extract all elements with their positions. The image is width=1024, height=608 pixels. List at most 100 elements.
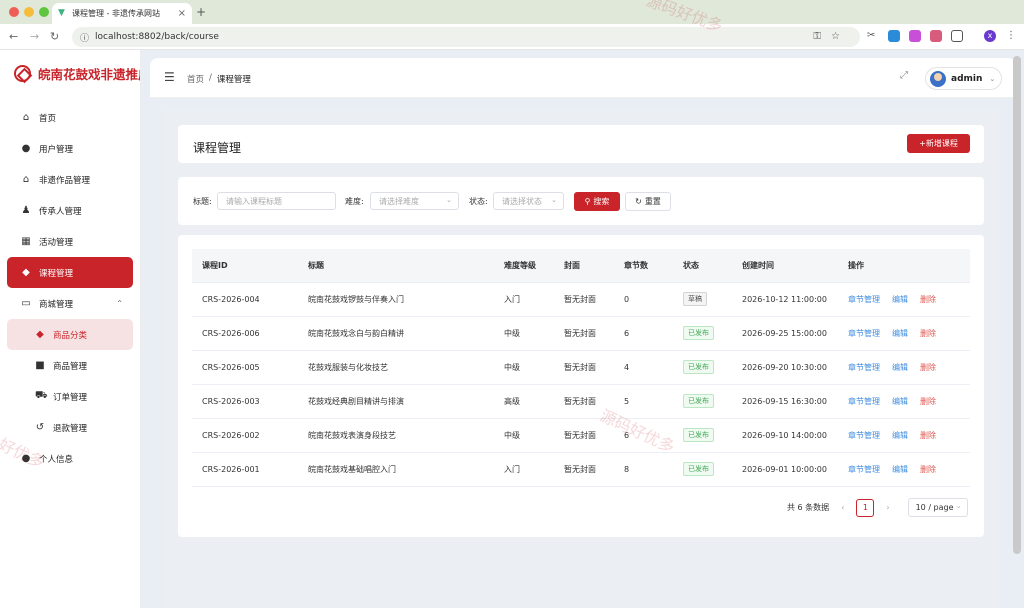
column-header: 封面 <box>554 249 614 283</box>
extensions-puzzle-icon[interactable] <box>951 30 963 42</box>
delete-link[interactable]: 删除 <box>920 363 936 372</box>
sidebar-item-users[interactable]: ● 用户管理 <box>7 133 133 164</box>
course-title-cell: 花鼓戏经典剧目精讲与排演 <box>298 384 494 419</box>
next-page-icon[interactable]: › <box>886 503 889 512</box>
collapse-menu-icon[interactable]: ☰ <box>164 70 175 84</box>
scissors-extension-icon[interactable]: ✂ <box>867 30 879 42</box>
chapter-manage-link[interactable]: 章节管理 <box>848 397 880 406</box>
sidebar-item-label: 商品分类 <box>53 330 88 341</box>
search-button[interactable]: ⚲ 搜索 <box>574 192 620 211</box>
sidebar-item-label: 商城管理 <box>39 299 74 310</box>
sidebar-item-profile[interactable]: ● 个人信息 <box>7 443 133 474</box>
sidebar-item-inheritors[interactable]: ♟ 传承人管理 <box>7 195 133 226</box>
fullscreen-icon[interactable]: ⤢ <box>900 70 908 81</box>
delete-link[interactable]: 删除 <box>920 329 936 338</box>
sidebar-item-courses[interactable]: ◆ 课程管理 <box>7 257 133 288</box>
course-id-cell: CRS-2026-006 <box>192 316 298 351</box>
sidebar-item-refunds[interactable]: ↺ 退款管理 <box>7 412 133 443</box>
close-window-icon[interactable] <box>9 7 19 17</box>
page-size-label: 10 / page <box>915 503 954 512</box>
edit-link[interactable]: 编辑 <box>892 431 908 440</box>
bank-icon: ⌂ <box>22 174 30 185</box>
sidebar-item-label: 活动管理 <box>39 237 74 248</box>
status-badge: 已发布 <box>683 428 714 442</box>
course-actions-cell: 章节管理 编辑 删除 <box>838 384 970 419</box>
chapter-manage-link[interactable]: 章节管理 <box>848 465 880 474</box>
username: admin <box>951 73 983 84</box>
edit-link[interactable]: 编辑 <box>892 295 908 304</box>
title-search-input[interactable]: 请输入课程标题 <box>217 192 336 210</box>
extension-blue-icon[interactable] <box>888 30 900 42</box>
main-content: 课程管理 +新增课程 标题: 请输入课程标题 难度: 请选择难度 ⌄ 状态: 请选… <box>164 110 1000 608</box>
chapter-manage-link[interactable]: 章节管理 <box>848 431 880 440</box>
profile-avatar[interactable]: x <box>984 30 996 42</box>
course-status-cell: 已发布 <box>673 316 732 351</box>
course-cover-cell: 暂无封面 <box>554 316 614 351</box>
browser-tab[interactable]: ▼ 课程管理 - 非遗传承网站 × <box>52 3 192 24</box>
sidebar-item-activities[interactable]: ▦ 活动管理 <box>7 226 133 257</box>
sidebar-item-home[interactable]: ⌂ 首页 <box>7 102 133 133</box>
sidebar-logo[interactable]: 皖南花鼓戏非遗推广 <box>0 50 140 96</box>
page-scrollbar[interactable] <box>1013 56 1021 554</box>
course-cover-cell: 暂无封面 <box>554 350 614 385</box>
bookmark-icon[interactable]: ⚿☆ <box>813 31 850 42</box>
extension-red-icon[interactable] <box>930 30 942 42</box>
browser-menu-icon[interactable]: ⋮ <box>1006 30 1018 42</box>
sidebar-item-label: 首页 <box>39 113 57 124</box>
delete-link[interactable]: 删除 <box>920 295 936 304</box>
minimize-window-icon[interactable] <box>24 7 34 17</box>
address-bar[interactable]: ⓘ localhost:8802/back/course ⚿☆ <box>72 27 860 47</box>
avatar <box>930 70 946 87</box>
table-header-row: 课程ID 标题 难度等级 封面 章节数 状态 创建时间 操作 <box>192 249 970 283</box>
chapter-manage-link[interactable]: 章节管理 <box>848 329 880 338</box>
column-header: 难度等级 <box>494 249 554 283</box>
search-label: 搜索 <box>593 197 610 206</box>
delete-link[interactable]: 删除 <box>920 431 936 440</box>
course-title-cell: 皖南花鼓戏表演身段技艺 <box>298 418 494 453</box>
column-header: 章节数 <box>614 249 673 283</box>
add-course-button[interactable]: +新增课程 <box>907 134 970 153</box>
forward-icon[interactable]: → <box>30 30 39 43</box>
sidebar-item-label: 个人信息 <box>39 454 74 465</box>
browser-tab-bar: ▼ 课程管理 - 非遗传承网站 × + <box>0 0 1024 24</box>
edit-link[interactable]: 编辑 <box>892 363 908 372</box>
delete-link[interactable]: 删除 <box>920 465 936 474</box>
delete-link[interactable]: 删除 <box>920 397 936 406</box>
add-course-label: +新增课程 <box>919 139 958 148</box>
download-extension-icon[interactable] <box>909 30 921 42</box>
course-cover-cell: 暂无封面 <box>554 418 614 453</box>
chapter-manage-link[interactable]: 章节管理 <box>848 363 880 372</box>
course-status-cell: 草稿 <box>673 282 732 317</box>
cart-icon: ⛟ <box>35 390 48 401</box>
course-chapters-cell: 0 <box>614 282 673 317</box>
back-icon[interactable]: ← <box>9 30 18 43</box>
close-tab-icon[interactable]: × <box>178 8 186 19</box>
edit-link[interactable]: 编辑 <box>892 465 908 474</box>
tab-title: 课程管理 - 非遗传承网站 <box>72 9 160 18</box>
course-created-cell: 2026-09-01 10:00:00 <box>732 452 838 487</box>
sidebar-item-shop[interactable]: ▭ 商城管理 ⌃ <box>7 288 133 319</box>
user-dropdown[interactable]: admin ⌄ <box>925 67 1002 90</box>
edit-link[interactable]: 编辑 <box>892 397 908 406</box>
prev-page-icon[interactable]: ‹ <box>841 503 844 512</box>
reload-icon[interactable]: ↻ <box>50 30 59 43</box>
sidebar-item-product-categories[interactable]: ◆ 商品分类 <box>7 319 133 350</box>
sidebar-item-orders[interactable]: ⛟ 订单管理 <box>7 381 133 412</box>
reset-button[interactable]: ↻ 重置 <box>625 192 671 211</box>
difficulty-select[interactable]: 请选择难度 ⌄ <box>370 192 459 210</box>
page-size-select[interactable]: 10 / page ⌄ <box>907 498 968 517</box>
page-number[interactable]: 1 <box>856 498 875 517</box>
sidebar-item-products[interactable]: ■ 商品管理 <box>7 350 133 381</box>
sidebar-item-works[interactable]: ⌂ 非遗作品管理 <box>7 164 133 195</box>
refresh-icon: ↻ <box>635 197 642 206</box>
breadcrumb-home[interactable]: 首页 <box>187 73 204 85</box>
status-badge: 草稿 <box>683 292 707 306</box>
chapter-manage-link[interactable]: 章节管理 <box>848 295 880 304</box>
edit-link[interactable]: 编辑 <box>892 329 908 338</box>
maximize-window-icon[interactable] <box>39 7 49 17</box>
url-text: localhost:8802/back/course <box>95 32 219 42</box>
new-tab-button[interactable]: + <box>196 5 206 19</box>
status-select[interactable]: 请选择状态 ⌄ <box>493 192 564 210</box>
site-info-icon[interactable]: ⓘ <box>80 31 89 44</box>
calendar-icon: ▦ <box>21 236 31 247</box>
